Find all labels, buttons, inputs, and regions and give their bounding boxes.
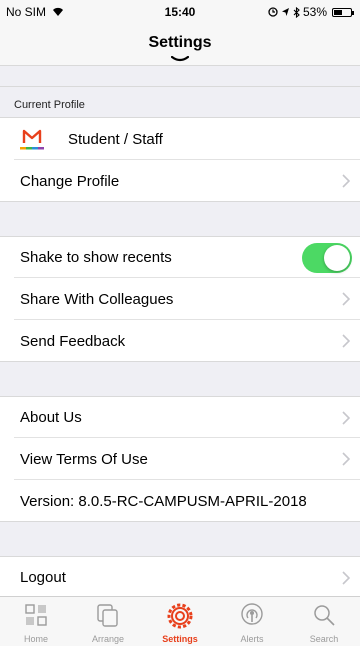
current-profile-row: Student / Staff: [0, 118, 360, 160]
section-spacer: [0, 202, 360, 236]
profile-name: Student / Staff: [68, 130, 163, 148]
arrange-icon: [97, 604, 118, 627]
shake-toggle[interactable]: [302, 243, 352, 273]
section-spacer: [0, 362, 360, 396]
tab-arrange[interactable]: Arrange: [72, 597, 144, 646]
share-label: Share With Colleagues: [20, 290, 174, 308]
tab-label: Settings: [162, 634, 198, 644]
status-bar: No SIM 15:40 53%: [0, 0, 360, 22]
feedback-label: Send Feedback: [20, 332, 126, 350]
home-grid-icon: [25, 604, 47, 626]
chevron-right-icon: [342, 334, 350, 348]
tab-alerts[interactable]: Alerts: [216, 597, 288, 646]
change-profile-label: Change Profile: [20, 172, 120, 190]
version-row: Version: 8.0.5-RC-CAMPUSM-APRIL-2018: [0, 480, 360, 522]
battery-icon: [332, 7, 354, 17]
chevron-right-icon: [342, 292, 350, 306]
tab-label: Arrange: [91, 634, 125, 644]
about-label: About Us: [20, 409, 82, 426]
alarm-icon: [268, 7, 278, 17]
current-profile-header: Current Profile: [0, 86, 360, 118]
tab-label: Search: [309, 634, 339, 644]
chevron-right-icon: [342, 174, 350, 188]
location-arrow-icon: [281, 8, 289, 16]
alerts-broadcast-icon: [241, 603, 263, 625]
tab-search[interactable]: Search: [288, 597, 360, 646]
search-icon: [314, 605, 335, 626]
campusm-logo-icon: [18, 126, 46, 152]
terms-label: View Terms Of Use: [20, 450, 148, 468]
logout-label: Logout: [20, 569, 66, 586]
settings-gear-icon: [167, 603, 193, 629]
toggle-knob: [324, 245, 350, 271]
section-spacer: [0, 522, 360, 556]
status-right: 53%: [268, 5, 354, 19]
tab-bar: Home Arrange Settings Alerts Search: [0, 596, 360, 646]
bluetooth-icon: [293, 6, 300, 18]
tab-settings[interactable]: Settings: [144, 597, 216, 646]
chevron-right-icon: [342, 452, 350, 466]
share-with-colleagues-row[interactable]: Share With Colleagues: [0, 278, 360, 320]
about-us-row[interactable]: About Us: [0, 396, 360, 438]
version-label: Version: 8.0.5-RC-CAMPUSM-APRIL-2018: [20, 492, 307, 510]
page-title: Settings: [148, 34, 212, 51]
logout-row[interactable]: Logout: [0, 556, 360, 598]
chevron-down-icon[interactable]: [171, 56, 189, 62]
tab-label: Alerts: [240, 634, 264, 644]
battery-fill: [334, 9, 343, 15]
battery-percent: 53%: [302, 5, 327, 19]
change-profile-row[interactable]: Change Profile: [0, 160, 360, 202]
navigation-bar: Settings: [0, 22, 360, 66]
chevron-right-icon: [342, 571, 350, 585]
view-terms-row[interactable]: View Terms Of Use: [0, 438, 360, 480]
section-spacer: [0, 66, 360, 86]
chevron-right-icon: [342, 411, 350, 425]
tab-home[interactable]: Home: [0, 597, 72, 646]
tab-label: Home: [23, 634, 48, 644]
shake-to-show-recents-row: Shake to show recents: [0, 236, 360, 278]
send-feedback-row[interactable]: Send Feedback: [0, 320, 360, 362]
shake-label: Shake to show recents: [20, 249, 172, 266]
